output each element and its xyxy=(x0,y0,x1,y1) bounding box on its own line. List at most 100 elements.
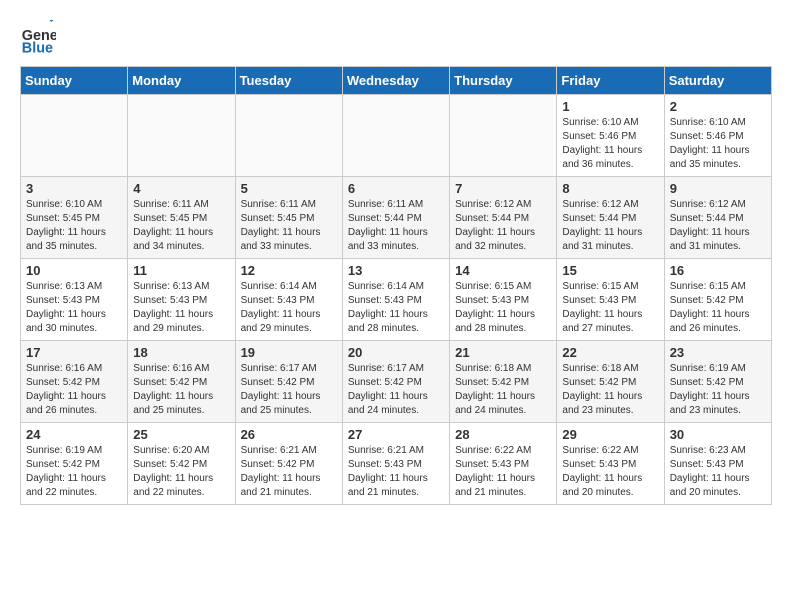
calendar-cell: 16Sunrise: 6:15 AM Sunset: 5:42 PM Dayli… xyxy=(664,259,771,341)
calendar-cell: 8 Sunrise: 6:12 AM Sunset: 5:44 PM Daylig… xyxy=(557,177,664,259)
calendar-cell: 2Sunrise: 6:10 AM Sunset: 5:46 PM Daylig… xyxy=(664,95,771,177)
col-header-sunday: Sunday xyxy=(21,67,128,95)
calendar-cell: 13 Sunrise: 6:14 AM Sunset: 5:43 PM Dayli… xyxy=(342,259,449,341)
calendar-cell: 15 Sunrise: 6:15 AM Sunset: 5:43 PM Dayli… xyxy=(557,259,664,341)
day-number: 8 xyxy=(562,181,658,196)
calendar-cell: 11 Sunrise: 6:13 AM Sunset: 5:43 PM Dayli… xyxy=(128,259,235,341)
day-info: Sunrise: 6:21 AM Sunset: 5:43 PM Dayligh… xyxy=(348,444,444,500)
col-header-wednesday: Wednesday xyxy=(342,67,449,95)
calendar-cell: 18 Sunrise: 6:16 AM Sunset: 5:42 PM Dayli… xyxy=(128,341,235,423)
logo-icon: General Blue xyxy=(20,20,56,56)
calendar-cell: 21 Sunrise: 6:18 AM Sunset: 5:42 PM Dayli… xyxy=(450,341,557,423)
day-number: 27 xyxy=(348,427,444,442)
calendar-cell: 23 Sunrise: 6:19 AM Sunset: 5:42 PM Dayli… xyxy=(664,341,771,423)
day-number: 3 xyxy=(26,181,122,196)
day-info: Sunrise: 6:11 AM Sunset: 5:45 PM Dayligh… xyxy=(133,198,229,254)
day-number: 14 xyxy=(455,263,551,278)
calendar-table: SundayMondayTuesdayWednesdayThursdayFrid… xyxy=(20,66,772,505)
day-info: Sunrise: 6:11 AM Sunset: 5:44 PM Dayligh… xyxy=(348,198,444,254)
day-info: Sunrise: 6:21 AM Sunset: 5:42 PM Dayligh… xyxy=(241,444,337,500)
calendar-cell: 27 Sunrise: 6:21 AM Sunset: 5:43 PM Dayli… xyxy=(342,423,449,505)
day-number: 1 xyxy=(562,99,658,114)
week-row-5: 24 Sunrise: 6:19 AM Sunset: 5:42 PM Dayli… xyxy=(21,423,772,505)
day-number: 11 xyxy=(133,263,229,278)
calendar-cell: 24 Sunrise: 6:19 AM Sunset: 5:42 PM Dayli… xyxy=(21,423,128,505)
calendar-cell xyxy=(450,95,557,177)
calendar-cell xyxy=(342,95,449,177)
day-number: 24 xyxy=(26,427,122,442)
day-info: Sunrise: 6:14 AM Sunset: 5:43 PM Dayligh… xyxy=(241,280,337,336)
day-info: Sunrise: 6:12 AM Sunset: 5:44 PM Dayligh… xyxy=(562,198,658,254)
day-info: Sunrise: 6:13 AM Sunset: 5:43 PM Dayligh… xyxy=(26,280,122,336)
week-row-1: 1 Sunrise: 6:10 AM Sunset: 5:46 PM Daylig… xyxy=(21,95,772,177)
day-info: Sunrise: 6:19 AM Sunset: 5:42 PM Dayligh… xyxy=(26,444,122,500)
day-info: Sunrise: 6:22 AM Sunset: 5:43 PM Dayligh… xyxy=(455,444,551,500)
day-info: Sunrise: 6:16 AM Sunset: 5:42 PM Dayligh… xyxy=(26,362,122,418)
calendar-cell: 1 Sunrise: 6:10 AM Sunset: 5:46 PM Daylig… xyxy=(557,95,664,177)
day-info: Sunrise: 6:17 AM Sunset: 5:42 PM Dayligh… xyxy=(348,362,444,418)
day-number: 9 xyxy=(670,181,766,196)
day-info: Sunrise: 6:17 AM Sunset: 5:42 PM Dayligh… xyxy=(241,362,337,418)
day-number: 12 xyxy=(241,263,337,278)
day-info: Sunrise: 6:15 AM Sunset: 5:43 PM Dayligh… xyxy=(455,280,551,336)
day-number: 6 xyxy=(348,181,444,196)
calendar-cell: 17 Sunrise: 6:16 AM Sunset: 5:42 PM Dayli… xyxy=(21,341,128,423)
day-number: 23 xyxy=(670,345,766,360)
calendar-cell: 30 Sunrise: 6:23 AM Sunset: 5:43 PM Dayli… xyxy=(664,423,771,505)
day-number: 2 xyxy=(670,99,766,114)
calendar-cell xyxy=(21,95,128,177)
day-info: Sunrise: 6:19 AM Sunset: 5:42 PM Dayligh… xyxy=(670,362,766,418)
day-number: 25 xyxy=(133,427,229,442)
day-info: Sunrise: 6:12 AM Sunset: 5:44 PM Dayligh… xyxy=(670,198,766,254)
day-number: 29 xyxy=(562,427,658,442)
calendar-cell: 9 Sunrise: 6:12 AM Sunset: 5:44 PM Daylig… xyxy=(664,177,771,259)
calendar-cell: 20 Sunrise: 6:17 AM Sunset: 5:42 PM Dayli… xyxy=(342,341,449,423)
calendar-cell: 29 Sunrise: 6:22 AM Sunset: 5:43 PM Dayli… xyxy=(557,423,664,505)
calendar-cell: 14 Sunrise: 6:15 AM Sunset: 5:43 PM Dayli… xyxy=(450,259,557,341)
day-number: 30 xyxy=(670,427,766,442)
col-header-tuesday: Tuesday xyxy=(235,67,342,95)
day-number: 21 xyxy=(455,345,551,360)
day-number: 18 xyxy=(133,345,229,360)
week-row-3: 10Sunrise: 6:13 AM Sunset: 5:43 PM Dayli… xyxy=(21,259,772,341)
day-info: Sunrise: 6:18 AM Sunset: 5:42 PM Dayligh… xyxy=(455,362,551,418)
day-info: Sunrise: 6:15 AM Sunset: 5:42 PM Dayligh… xyxy=(670,280,766,336)
day-number: 26 xyxy=(241,427,337,442)
day-info: Sunrise: 6:12 AM Sunset: 5:44 PM Dayligh… xyxy=(455,198,551,254)
day-info: Sunrise: 6:22 AM Sunset: 5:43 PM Dayligh… xyxy=(562,444,658,500)
calendar-cell: 26 Sunrise: 6:21 AM Sunset: 5:42 PM Dayli… xyxy=(235,423,342,505)
col-header-monday: Monday xyxy=(128,67,235,95)
calendar-cell: 7Sunrise: 6:12 AM Sunset: 5:44 PM Daylig… xyxy=(450,177,557,259)
calendar-cell xyxy=(235,95,342,177)
day-info: Sunrise: 6:11 AM Sunset: 5:45 PM Dayligh… xyxy=(241,198,337,254)
calendar-cell: 10Sunrise: 6:13 AM Sunset: 5:43 PM Dayli… xyxy=(21,259,128,341)
day-number: 20 xyxy=(348,345,444,360)
calendar-cell: 19Sunrise: 6:17 AM Sunset: 5:42 PM Dayli… xyxy=(235,341,342,423)
day-info: Sunrise: 6:15 AM Sunset: 5:43 PM Dayligh… xyxy=(562,280,658,336)
day-info: Sunrise: 6:18 AM Sunset: 5:42 PM Dayligh… xyxy=(562,362,658,418)
day-number: 4 xyxy=(133,181,229,196)
day-number: 28 xyxy=(455,427,551,442)
day-info: Sunrise: 6:14 AM Sunset: 5:43 PM Dayligh… xyxy=(348,280,444,336)
calendar-cell: 25 Sunrise: 6:20 AM Sunset: 5:42 PM Dayli… xyxy=(128,423,235,505)
calendar-cell: 5 Sunrise: 6:11 AM Sunset: 5:45 PM Daylig… xyxy=(235,177,342,259)
calendar-cell: 28 Sunrise: 6:22 AM Sunset: 5:43 PM Dayli… xyxy=(450,423,557,505)
week-row-4: 17 Sunrise: 6:16 AM Sunset: 5:42 PM Dayli… xyxy=(21,341,772,423)
col-header-friday: Friday xyxy=(557,67,664,95)
calendar-cell: 3Sunrise: 6:10 AM Sunset: 5:45 PM Daylig… xyxy=(21,177,128,259)
col-header-saturday: Saturday xyxy=(664,67,771,95)
logo: General Blue xyxy=(20,20,60,56)
day-info: Sunrise: 6:20 AM Sunset: 5:42 PM Dayligh… xyxy=(133,444,229,500)
day-number: 13 xyxy=(348,263,444,278)
page-header: General Blue xyxy=(20,20,772,56)
day-number: 5 xyxy=(241,181,337,196)
calendar-cell: 6 Sunrise: 6:11 AM Sunset: 5:44 PM Daylig… xyxy=(342,177,449,259)
day-number: 15 xyxy=(562,263,658,278)
day-info: Sunrise: 6:16 AM Sunset: 5:42 PM Dayligh… xyxy=(133,362,229,418)
day-info: Sunrise: 6:23 AM Sunset: 5:43 PM Dayligh… xyxy=(670,444,766,500)
col-header-thursday: Thursday xyxy=(450,67,557,95)
day-info: Sunrise: 6:13 AM Sunset: 5:43 PM Dayligh… xyxy=(133,280,229,336)
day-info: Sunrise: 6:10 AM Sunset: 5:46 PM Dayligh… xyxy=(562,116,658,172)
day-number: 17 xyxy=(26,345,122,360)
calendar-cell: 12 Sunrise: 6:14 AM Sunset: 5:43 PM Dayli… xyxy=(235,259,342,341)
